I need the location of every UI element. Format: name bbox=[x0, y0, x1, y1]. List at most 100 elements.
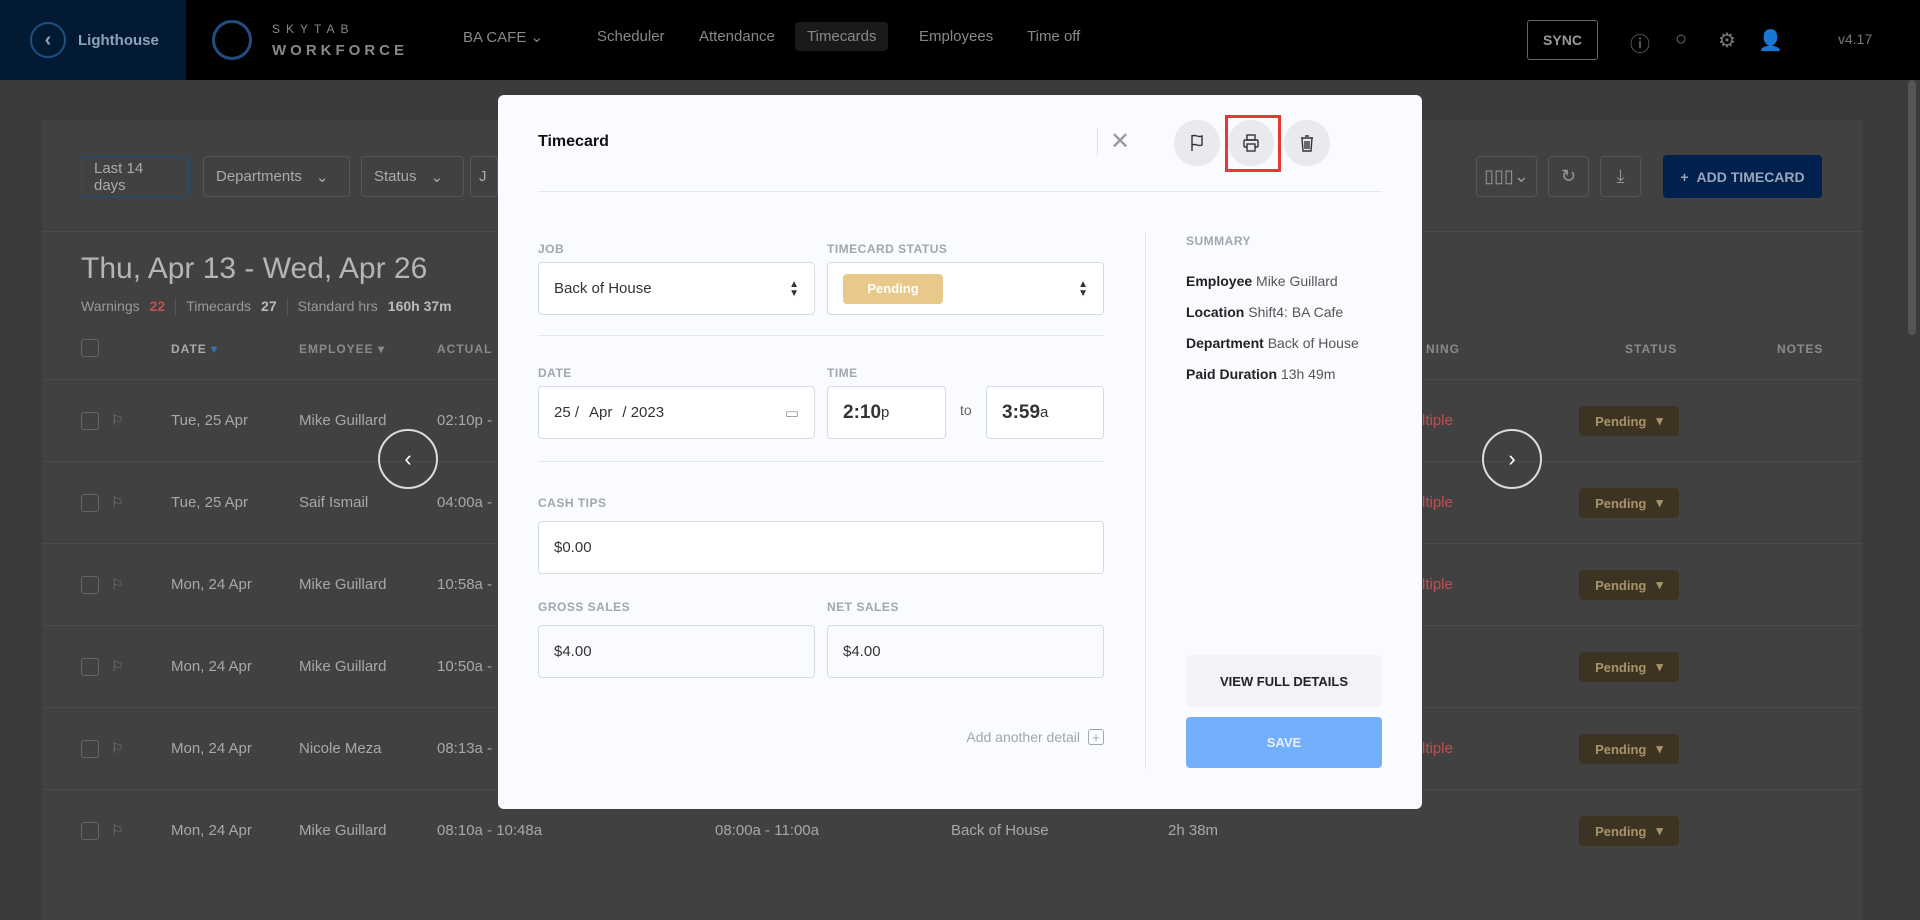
cell-date: Mon, 24 Apr bbox=[171, 740, 252, 757]
flag-icon[interactable]: ⚐ bbox=[111, 658, 124, 675]
location-dropdown[interactable]: BA CAFE ⌄ bbox=[463, 28, 543, 46]
header-date[interactable]: DATE ▾ bbox=[171, 342, 218, 356]
flag-icon[interactable]: ⚐ bbox=[111, 494, 124, 511]
start-time-input[interactable]: 2:10 p bbox=[827, 386, 946, 439]
row-checkbox[interactable] bbox=[81, 412, 99, 430]
view-full-details-button[interactable]: VIEW FULL DETAILS bbox=[1186, 655, 1382, 707]
end-time-input[interactable]: 3:59 a bbox=[986, 386, 1104, 439]
cash-tips-input[interactable]: $0.00 bbox=[538, 521, 1104, 574]
status-dropdown[interactable]: Pending ▾ bbox=[1579, 406, 1679, 436]
cell-actual: 02:10p - bbox=[437, 412, 493, 429]
location-label: BA CAFE bbox=[463, 29, 527, 46]
export-button[interactable]: ⤓ bbox=[1600, 156, 1641, 197]
scrollbar[interactable] bbox=[1908, 80, 1916, 335]
cell-actual: 04:00a - bbox=[437, 494, 493, 511]
filter-label: Departments bbox=[216, 168, 302, 185]
cell-employee: Nicole Meza bbox=[299, 740, 382, 757]
row-checkbox[interactable] bbox=[81, 740, 99, 758]
timecard-status-select[interactable]: Pending ▲ ▼ bbox=[827, 262, 1104, 315]
status-dropdown[interactable]: Pending ▾ bbox=[1579, 488, 1679, 518]
status-dropdown[interactable]: Pending ▾ bbox=[1579, 816, 1679, 846]
summary-key: Department bbox=[1186, 335, 1264, 351]
top-nav-bar: ‹ Lighthouse SKYTAB WORKFORCE BA CAFE ⌄ S… bbox=[0, 0, 1920, 80]
help-icon[interactable]: ⓘ bbox=[1630, 28, 1650, 57]
header-actual[interactable]: ACTUAL bbox=[437, 342, 492, 356]
save-button[interactable]: SAVE bbox=[1186, 717, 1382, 768]
caret-down-icon: ▾ bbox=[1656, 495, 1663, 510]
row-checkbox[interactable] bbox=[81, 658, 99, 676]
nav-timecards[interactable]: Timecards bbox=[795, 22, 889, 51]
job-select[interactable]: Back of House ▲ ▼ bbox=[538, 262, 815, 315]
to-label: to bbox=[960, 402, 972, 418]
refresh-icon: ↻ bbox=[1560, 166, 1577, 186]
timecards-count: 27 bbox=[261, 298, 277, 314]
header-employee-label: EMPLOYEE bbox=[299, 342, 374, 356]
add-timecard-button[interactable]: + ADD TIMECARD bbox=[1663, 155, 1822, 198]
divider bbox=[1097, 129, 1098, 155]
delete-button[interactable] bbox=[1284, 120, 1330, 166]
summary-paid-duration: Paid Duration 13h 49m bbox=[1186, 366, 1335, 382]
nav-employees[interactable]: Employees bbox=[919, 28, 993, 45]
summary-department: Department Back of House bbox=[1186, 335, 1359, 351]
flag-icon[interactable]: ⚐ bbox=[111, 740, 124, 757]
status-dropdown[interactable]: Pending ▾ bbox=[1579, 570, 1679, 600]
columns-toggle[interactable]: ▯▯▯⌄ bbox=[1476, 156, 1537, 197]
header-date-label: DATE bbox=[171, 342, 207, 356]
columns-icon: ▯▯▯⌄ bbox=[1484, 166, 1529, 186]
sort-desc-icon: ▾ bbox=[211, 342, 219, 356]
sort-icon: ▾ bbox=[378, 342, 386, 356]
filter-status[interactable]: Status ⌄ bbox=[361, 156, 464, 197]
select-all-checkbox[interactable] bbox=[81, 339, 99, 357]
flag-button[interactable] bbox=[1174, 120, 1220, 166]
highlight-box bbox=[1225, 115, 1281, 172]
flag-icon[interactable]: ⚐ bbox=[111, 412, 124, 429]
nav-scheduler[interactable]: Scheduler bbox=[597, 28, 665, 45]
next-timecard-button[interactable]: › bbox=[1482, 429, 1542, 489]
job-label: JOB bbox=[538, 242, 565, 256]
trash-icon bbox=[1301, 135, 1313, 152]
date-year: / 2023 bbox=[622, 404, 665, 421]
chat-icon[interactable]: ○ bbox=[1675, 28, 1687, 51]
row-checkbox[interactable] bbox=[81, 576, 99, 594]
cell-employee: Saif Ismail bbox=[299, 494, 369, 511]
filter-date-range[interactable]: Last 14 days bbox=[81, 156, 189, 197]
add-detail-button[interactable]: Add another detail + bbox=[966, 729, 1104, 745]
filter-job[interactable]: J bbox=[470, 156, 498, 197]
net-sales-input[interactable]: $4.00 bbox=[827, 625, 1104, 678]
previous-timecard-button[interactable]: ‹ bbox=[378, 429, 438, 489]
row-checkbox[interactable] bbox=[81, 822, 99, 840]
date-month: Apr bbox=[589, 404, 613, 421]
summary-label: SUMMARY bbox=[1186, 234, 1252, 248]
nav-time-off[interactable]: Time off bbox=[1027, 28, 1080, 45]
cell-warning: ltiple bbox=[1422, 740, 1453, 757]
summary-value: 13h 49m bbox=[1280, 366, 1336, 382]
user-menu-icon[interactable]: 👤 bbox=[1758, 28, 1783, 53]
file-download-icon: ⤓ bbox=[1616, 166, 1625, 186]
divider bbox=[538, 335, 1104, 336]
lighthouse-back-button[interactable]: ‹ Lighthouse bbox=[0, 0, 186, 80]
standard-hrs-label: Standard hrs bbox=[297, 298, 378, 314]
status-label: Pending bbox=[1595, 577, 1647, 593]
flag-icon[interactable]: ⚐ bbox=[111, 576, 124, 593]
cell-actual: 10:58a - bbox=[437, 576, 493, 593]
status-dropdown[interactable]: Pending ▾ bbox=[1579, 734, 1679, 764]
refresh-button[interactable]: ↻ bbox=[1548, 156, 1589, 197]
status-label: Pending bbox=[1595, 741, 1647, 757]
calendar-icon[interactable]: ▭ bbox=[785, 404, 799, 422]
row-checkbox[interactable] bbox=[81, 494, 99, 512]
sync-button[interactable]: SYNC bbox=[1527, 20, 1598, 60]
caret-down-icon: ▾ bbox=[1656, 659, 1663, 674]
cell-actual: 10:50a - bbox=[437, 658, 493, 675]
date-input[interactable]: 25 / Apr / 2023 ▭ bbox=[538, 386, 815, 439]
gross-sales-input[interactable]: $4.00 bbox=[538, 625, 815, 678]
header-employee[interactable]: EMPLOYEE ▾ bbox=[299, 342, 385, 356]
settings-icon[interactable]: ⚙ bbox=[1718, 28, 1736, 53]
status-dropdown[interactable]: Pending ▾ bbox=[1579, 652, 1679, 682]
caret-down-icon: ▾ bbox=[1656, 823, 1663, 838]
cell-date: Mon, 24 Apr bbox=[171, 822, 252, 839]
close-icon[interactable]: ✕ bbox=[1110, 127, 1130, 156]
nav-attendance[interactable]: Attendance bbox=[699, 28, 775, 45]
filter-departments[interactable]: Departments ⌄ bbox=[203, 156, 350, 197]
flag-icon[interactable]: ⚐ bbox=[111, 822, 124, 839]
gross-sales-label: GROSS SALES bbox=[538, 600, 631, 614]
